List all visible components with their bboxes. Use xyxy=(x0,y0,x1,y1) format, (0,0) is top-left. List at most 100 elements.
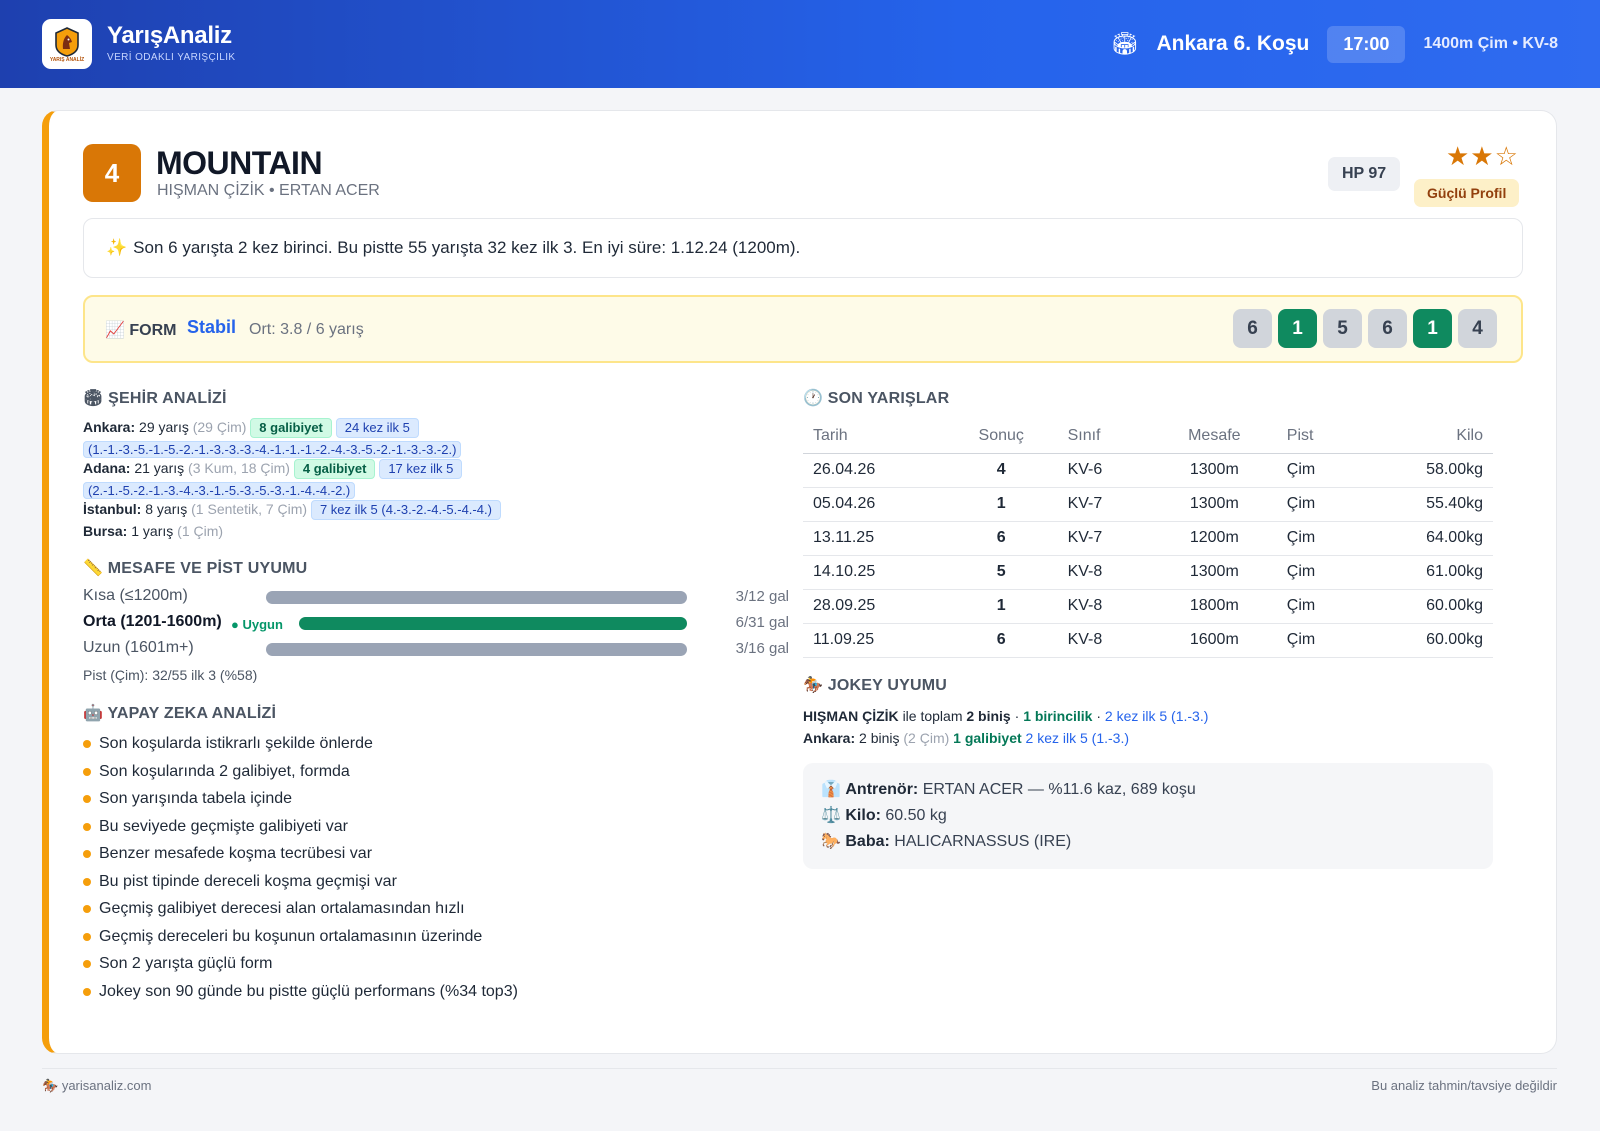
distance-row-medium: Orta (1201-1600m) ● Uygun 6/31 gal xyxy=(83,611,789,635)
form-result-chip: 4 xyxy=(1458,309,1497,348)
cell-track: Çim xyxy=(1276,521,1361,556)
ai-insight-item: Bu pist tipinde dereceli koşma geçmişi v… xyxy=(83,871,518,899)
ai-analysis-title: 🤖 YAPAY ZEKA ANALİZİ xyxy=(83,703,276,723)
city-wins-tag: 4 galibiyet xyxy=(293,459,376,479)
city-surface-detail: (1 Sentetik, 7 Çim) xyxy=(191,501,308,517)
sire-value: HALICARNASSUS (IRE) xyxy=(894,833,1072,850)
col-header-result: Sonuç xyxy=(944,419,1058,454)
col-header-weight: Kilo xyxy=(1360,419,1493,454)
cell-result: 4 xyxy=(944,453,1058,488)
city-race-count: 1 yarış xyxy=(131,523,174,539)
cell-weight: 55.40kg xyxy=(1360,487,1493,522)
cell-weight: 60.00kg xyxy=(1360,623,1493,658)
cell-track: Çim xyxy=(1276,555,1361,590)
ruler-icon: 📏 xyxy=(83,560,104,577)
city-race-count: 21 yarış xyxy=(134,460,185,476)
city-analysis-title: 🏟 ŞEHİR ANALİZİ xyxy=(83,388,227,408)
trainer-line: 👔 Antrenör: ERTAN ACER — %11.6 kaz, 689 … xyxy=(821,777,1475,803)
distance-label: Orta (1201-1600m) xyxy=(83,613,222,630)
jockey-fit-line-1: HIŞMAN ÇİZİK ile toplam 2 biniş · 1 biri… xyxy=(803,708,1209,724)
cell-class: KV-6 xyxy=(1057,453,1152,488)
jockey-city-rides: 2 biniş xyxy=(859,730,900,746)
col-header-date: Tarih xyxy=(803,419,945,454)
form-panel: 📈 FORM Stabil Ort: 3.8 / 6 yarış 6 1 5 6… xyxy=(83,295,1523,363)
cell-track: Çim xyxy=(1276,589,1361,624)
cell-distance: 1200m xyxy=(1151,521,1277,556)
brand-name: YarışAnaliz xyxy=(107,22,232,49)
sparkles-icon: ✨ xyxy=(106,238,128,257)
city-row-istanbul: İstanbul: 8 yarış (1 Sentetik, 7 Çim) 7 … xyxy=(83,498,803,520)
city-analysis-title-text: ŞEHİR ANALİZİ xyxy=(108,390,227,407)
cell-weight: 64.00kg xyxy=(1360,521,1493,556)
distance-value: 3/16 gal xyxy=(735,640,789,657)
brand-logo[interactable]: YARIŞ ANALİZ xyxy=(42,19,92,69)
logo-text: YARIŞ ANALİZ xyxy=(49,57,85,63)
jockey-text: ile toplam xyxy=(902,708,963,724)
footer-divider xyxy=(42,1068,1557,1069)
cell-distance: 1800m xyxy=(1151,589,1277,624)
cell-date: 11.09.25 xyxy=(803,623,945,658)
cell-date: 13.11.25 xyxy=(803,521,945,556)
ai-insight-item: Benzer mesafede koşma tecrübesi var xyxy=(83,843,518,871)
horse-head-icon xyxy=(55,27,79,57)
col-header-distance: Mesafe xyxy=(1151,419,1277,454)
city-surface-detail: (29 Çim) xyxy=(192,419,247,435)
cell-distance: 1600m xyxy=(1151,623,1277,658)
city-race-count: 8 yarış xyxy=(145,501,188,517)
distance-label: Kısa (≤1200m) xyxy=(83,587,188,604)
footer-site-link[interactable]: yarisanaliz.com xyxy=(62,1078,152,1093)
footer-site[interactable]: 🏇 yarisanaliz.com xyxy=(42,1078,151,1094)
cell-distance: 1300m xyxy=(1151,453,1277,488)
jockey-fit-title-text: JOKEY UYUMU xyxy=(827,677,948,694)
sire-label: Baba: xyxy=(845,833,890,850)
ai-insight-item: Geçmiş dereceleri bu koşunun ortalamasın… xyxy=(83,926,518,954)
cell-distance: 1300m xyxy=(1151,555,1277,590)
ai-analysis-title-text: YAPAY ZEKA ANALİZİ xyxy=(107,705,277,722)
jockey-fit-line-2: Ankara: 2 biniş (2 Çim) 1 galibiyet 2 ke… xyxy=(803,727,1208,749)
jockey-name: HIŞMAN ÇİZİK xyxy=(803,708,899,724)
recent-races-table: Tarih Sonuç Sınıf Mesafe Pist Kilo 26.04… xyxy=(803,419,1493,658)
cell-result: 6 xyxy=(944,521,1058,556)
cell-result: 1 xyxy=(944,589,1058,624)
table-row: 14.10.25 5 KV-8 1300m Çim 61.00kg xyxy=(803,555,1493,590)
weight-value: 60.50 kg xyxy=(885,807,947,824)
cell-date: 26.04.26 xyxy=(803,453,945,488)
table-header-row: Tarih Sonuç Sınıf Mesafe Pist Kilo xyxy=(803,419,1493,454)
form-result-chip: 6 xyxy=(1233,309,1272,348)
jockey-icon: 🏇 xyxy=(803,677,824,694)
brand: YarışAnaliz VERİ ODAKLI YARIŞÇILIK xyxy=(107,22,235,63)
sire-line: 🐎 Baba: HALICARNASSUS (IRE) xyxy=(821,829,1475,855)
col-header-class: Sınıf xyxy=(1057,419,1152,454)
ai-insights-list: Son koşularda istikrarlı şekilde önlerde… xyxy=(83,733,518,1008)
form-state: Stabil xyxy=(187,317,237,337)
city-result-sequence: (2.-1.-5.-2.-1.-3.-4.-3.-1.-5.-3.-5.-3.-… xyxy=(83,482,356,499)
city-top5-tag: 24 kez ilk 5 xyxy=(335,418,419,438)
horse-icon: 🐎 xyxy=(821,833,841,850)
table-row: 13.11.25 6 KV-7 1200m Çim 64.00kg xyxy=(803,521,1493,556)
city-name: Bursa: xyxy=(83,523,128,539)
city-top5-tag: 17 kez ilk 5 xyxy=(379,459,463,479)
cell-date: 14.10.25 xyxy=(803,555,945,590)
distance-bar xyxy=(299,617,687,630)
distance-bar xyxy=(266,591,687,604)
cell-weight: 58.00kg xyxy=(1360,453,1493,488)
ai-insight-item: Jokey son 90 günde bu pistte güçlü perfo… xyxy=(83,981,518,1009)
scale-icon: ⚖️ xyxy=(821,807,841,824)
trainer-label: Antrenör: xyxy=(845,781,919,798)
distance-label: Uzun (1601m+) xyxy=(83,639,194,656)
city-name: İstanbul: xyxy=(83,501,142,517)
site-logo-icon: 🏇 xyxy=(42,1078,59,1093)
jockey-fit: HIŞMAN ÇİZİK ile toplam 2 biniş · 1 biri… xyxy=(803,705,1208,749)
form-result-chip: 5 xyxy=(1323,309,1362,348)
clock-icon: 🕐 xyxy=(803,390,824,407)
city-race-count: 29 yarış xyxy=(139,419,189,435)
summary-box: ✨ Son 6 yarışta 2 kez birinci. Bu pistte… xyxy=(83,218,1523,278)
footer-disclaimer: Bu analiz tahmin/tavsiye değildir xyxy=(1371,1078,1557,1093)
jockey-city-surface: (2 Çim) xyxy=(903,730,950,746)
stadium-icon: 🏟 xyxy=(83,390,104,407)
robot-icon: 🤖 xyxy=(83,705,104,722)
ai-insight-item: Geçmiş galibiyet derecesi alan ortalamas… xyxy=(83,898,518,926)
jockey-rides: 2 biniş xyxy=(966,708,1011,724)
race-time-badge: 17:00 xyxy=(1327,25,1406,63)
trainer-value: ERTAN ACER — %11.6 kaz, 689 koşu xyxy=(922,781,1196,798)
